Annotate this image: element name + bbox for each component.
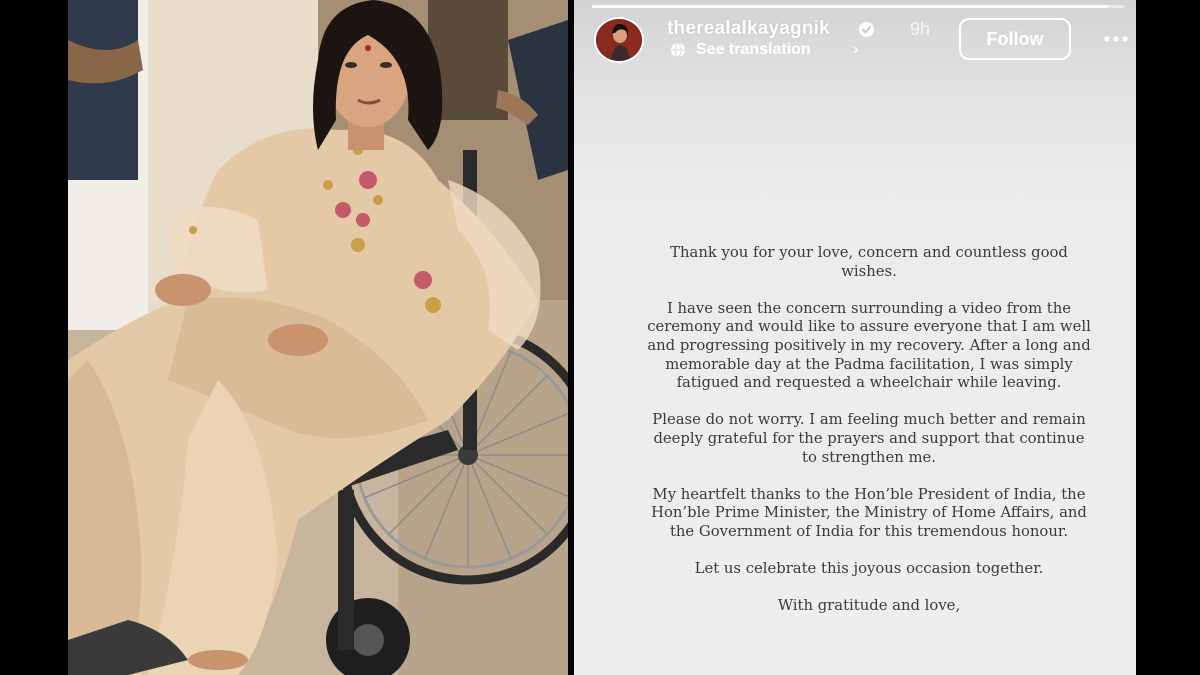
see-translation-label: See translation [696,41,811,58]
profile-avatar[interactable] [594,17,644,63]
story-progress-bar [592,5,1124,8]
story-timestamp: 9h [910,19,931,39]
username[interactable]: therealalkayagnik [667,18,830,40]
message-paragraph: Thank you for your love, concern and cou… [670,244,1068,280]
message-paragraph: Please do not worry. I am feeling much b… [652,411,1086,466]
letterbox-bar [1136,0,1200,675]
avatar-image [596,19,642,61]
story-message: Thank you for your love, concern and cou… [644,244,1094,634]
wheelchair-photo-illustration [68,0,568,675]
message-signoff: With gratitude and love, [777,597,961,615]
story-progress-fill [592,5,1109,8]
instagram-story[interactable]: therealalkayagnik 9h See translation › F… [574,0,1136,675]
follow-button[interactable]: Follow [959,18,1071,60]
verified-badge-icon [858,21,875,38]
chevron-right-icon: › [853,41,859,58]
message-paragraph: Let us celebrate this joyous occasion to… [694,560,1044,578]
message-paragraph: I have seen the concern surrounding a vi… [647,299,1091,392]
event-photo [68,0,568,675]
globe-icon [671,42,685,58]
message-paragraph: My heartfelt thanks to the Hon’ble Presi… [651,485,1087,540]
more-options-icon[interactable] [1104,36,1128,42]
media-frame: therealalkayagnik 9h See translation › F… [0,0,1200,675]
